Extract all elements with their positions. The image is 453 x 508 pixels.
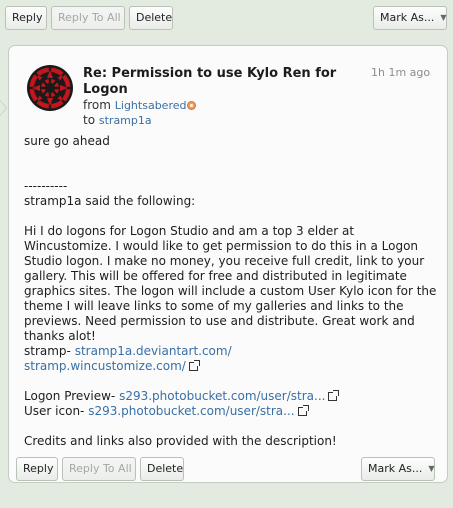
mark-as-label: Mark As... bbox=[380, 11, 435, 24]
wincustomize-line: stramp.wincustomize.com/ bbox=[24, 359, 444, 374]
first-order-emblem-icon bbox=[27, 65, 73, 111]
sender-line: from Lightsabered bbox=[83, 98, 197, 112]
chevron-down-icon: ▼ bbox=[428, 464, 435, 473]
to-label: to bbox=[83, 113, 96, 127]
recipient-line: to stramp1a bbox=[83, 113, 152, 127]
card-pointer bbox=[0, 100, 7, 116]
message-subject[interactable]: Re: Permission to use Kylo Ren for Logon bbox=[83, 66, 363, 98]
user-icon-link[interactable]: s293.photobucket.com/user/stra... bbox=[88, 404, 294, 418]
chevron-down-icon: ▼ bbox=[440, 13, 447, 22]
quote-intro: stramp1a said the following: bbox=[24, 194, 196, 208]
message-card: Re: Permission to use Kylo Ren for Logon… bbox=[8, 45, 448, 483]
external-link-icon[interactable] bbox=[297, 405, 309, 416]
sender-link[interactable]: Lightsabered bbox=[115, 99, 187, 112]
user-icon-label: User icon- bbox=[24, 404, 89, 418]
reply-button[interactable]: Reply bbox=[16, 457, 58, 481]
reply-to-all-button[interactable]: Reply To All bbox=[51, 6, 125, 30]
quote-paragraph: Hi I do logons for Logon Studio and am a… bbox=[24, 224, 437, 343]
mark-as-dropdown[interactable]: Mark As... ▼ bbox=[361, 457, 435, 481]
preview-line: Logon Preview- s293.photobucket.com/user… bbox=[24, 389, 444, 404]
stramp-line: stramp- stramp1a.deviantart.com/ bbox=[24, 344, 444, 359]
delete-button[interactable]: Delete bbox=[129, 6, 173, 30]
message-body: sure go ahead ---------- stramp1a said t… bbox=[24, 134, 444, 449]
user-icon-line: User icon- s293.photobucket.com/user/str… bbox=[24, 404, 444, 419]
reply-button[interactable]: Reply bbox=[5, 6, 47, 30]
external-link-icon[interactable] bbox=[188, 360, 200, 371]
mark-as-dropdown[interactable]: Mark As... ▼ bbox=[373, 6, 447, 30]
member-badge-icon bbox=[187, 101, 197, 110]
stramp-label: stramp- bbox=[24, 344, 75, 358]
external-link-icon[interactable] bbox=[328, 390, 340, 401]
reply-to-all-button[interactable]: Reply To All bbox=[62, 457, 136, 481]
delete-button[interactable]: Delete bbox=[140, 457, 184, 481]
message-timestamp: 1h 1m ago bbox=[371, 66, 431, 79]
reply-text: sure go ahead bbox=[24, 134, 110, 148]
deviantart-link[interactable]: stramp1a.deviantart.com/ bbox=[75, 344, 232, 358]
mark-as-label: Mark As... bbox=[368, 462, 423, 475]
preview-label: Logon Preview- bbox=[24, 389, 120, 403]
credits-text: Credits and links also provided with the… bbox=[24, 434, 337, 448]
quote-divider: ---------- bbox=[24, 179, 68, 193]
preview-link[interactable]: s293.photobucket.com/user/stra... bbox=[119, 389, 325, 403]
wincustomize-link[interactable]: stramp.wincustomize.com/ bbox=[24, 359, 186, 373]
from-label: from bbox=[83, 98, 111, 112]
recipient-link[interactable]: stramp1a bbox=[99, 114, 152, 127]
top-toolbar: Reply Reply To All Delete Mark As... ▼ bbox=[0, 0, 453, 32]
